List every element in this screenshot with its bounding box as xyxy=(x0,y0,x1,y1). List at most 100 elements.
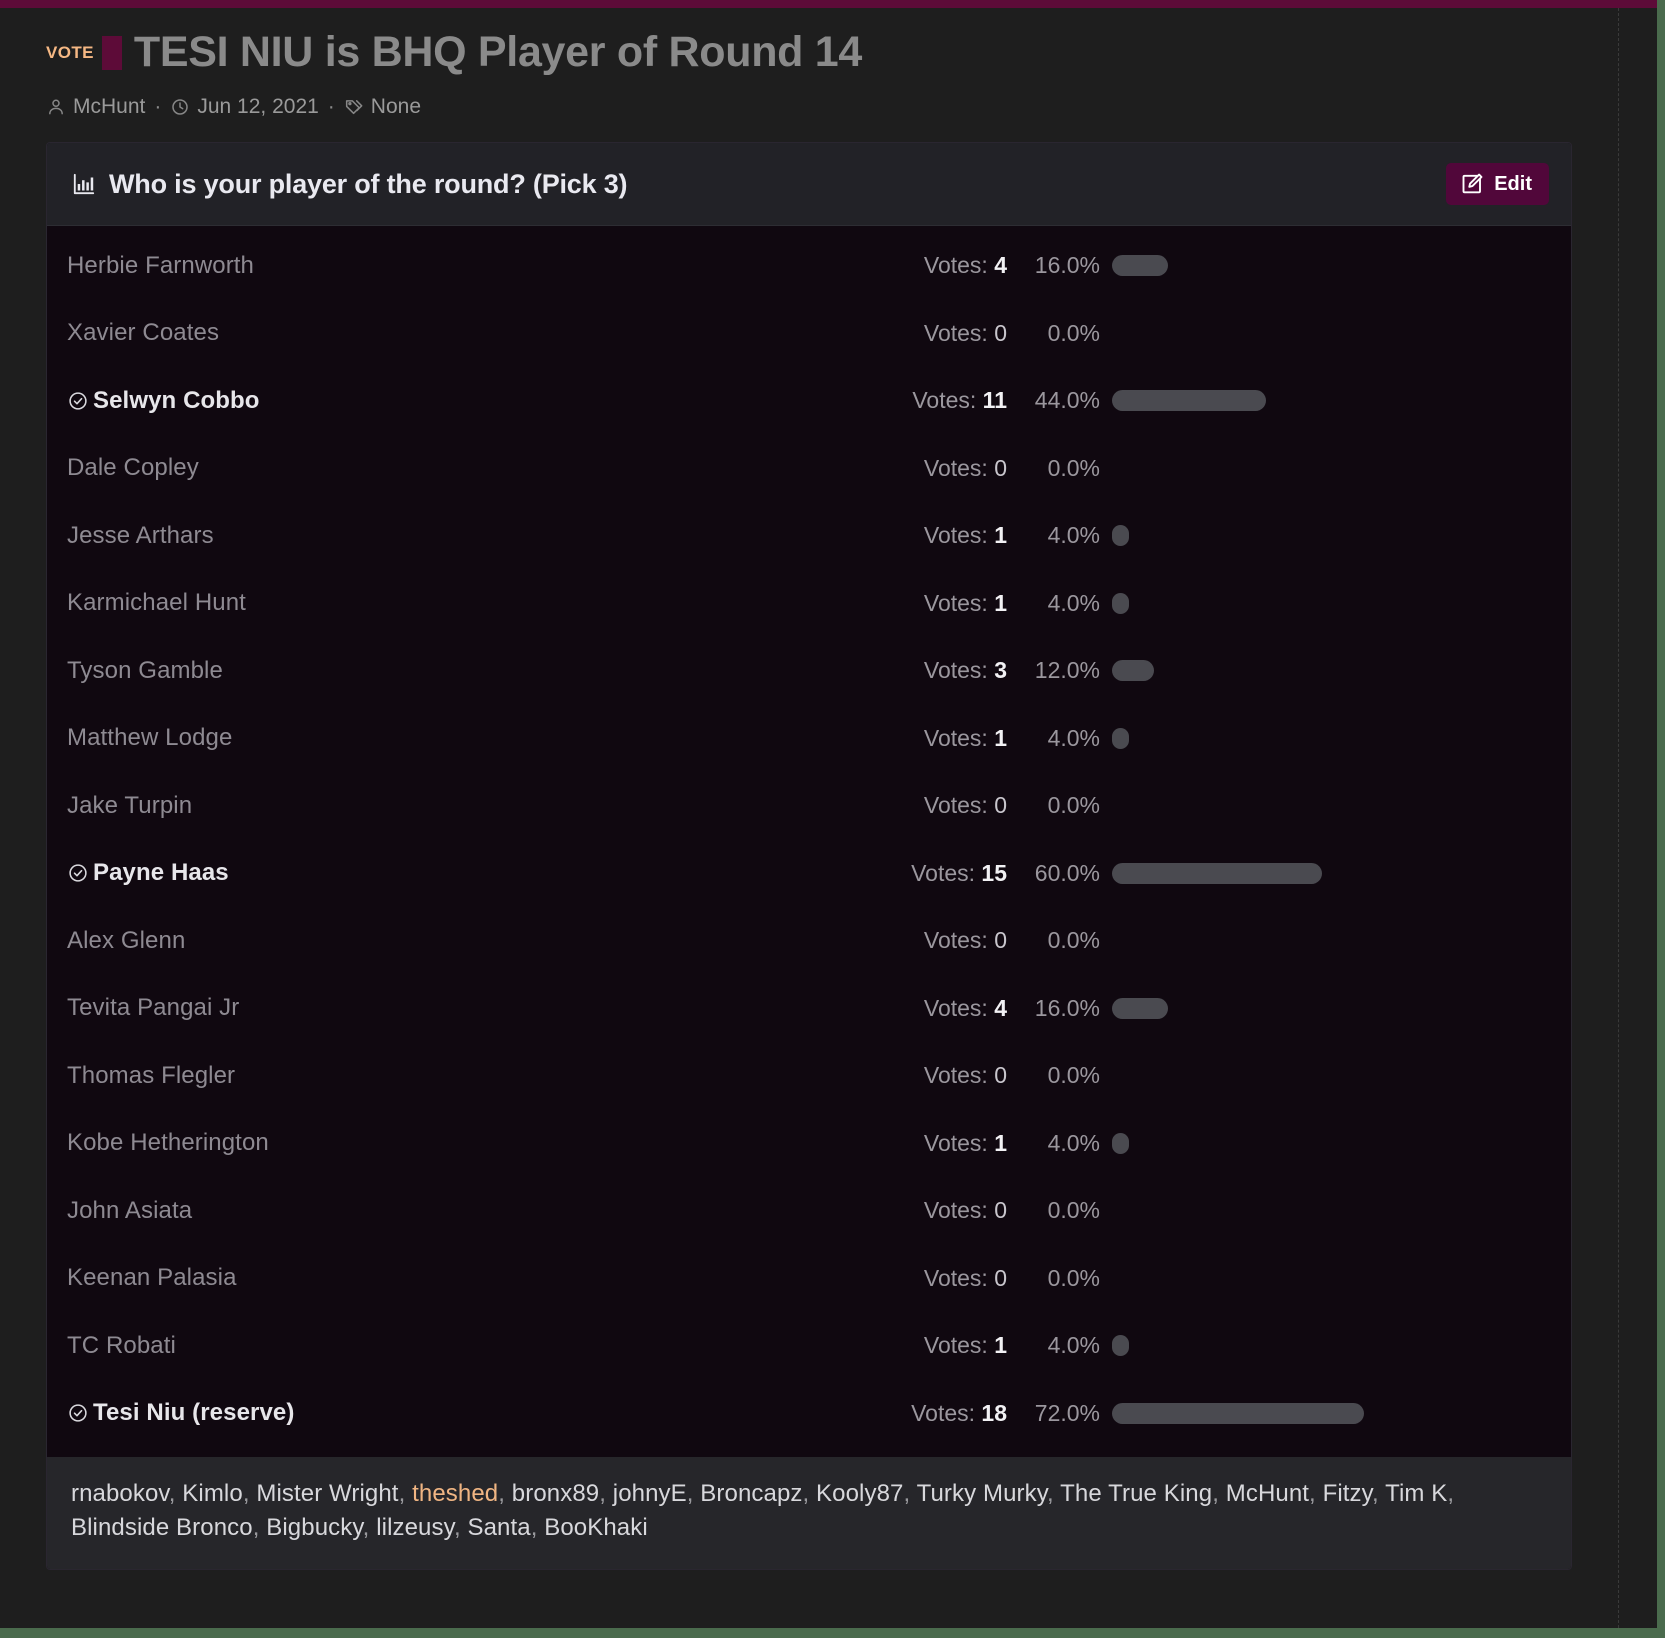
poll-option-name-cell: Alex Glenn xyxy=(67,927,897,955)
poll-option-bar-fill xyxy=(1112,525,1129,547)
voter-name[interactable]: Broncapz xyxy=(700,1480,802,1507)
poll-option-bar-fill xyxy=(1112,727,1129,749)
poll-option-row[interactable]: Tesi Niu (reserve) Votes: 18 72.0% xyxy=(47,1380,1571,1448)
poll-option-row[interactable]: Selwyn Cobbo Votes: 11 44.0% xyxy=(47,367,1571,435)
poll-option-percent: 4.0% xyxy=(1047,1129,1100,1156)
poll-option-votes: Votes: 0 xyxy=(897,792,1007,819)
voter-name[interactable]: McHunt xyxy=(1226,1480,1309,1507)
votes-label: Votes: xyxy=(923,522,988,549)
poll-option-row[interactable]: Karmichael Hunt Votes: 1 4.0% xyxy=(47,570,1571,638)
poll-option-label: Alex Glenn xyxy=(67,926,186,954)
voter-separator: , xyxy=(398,1480,413,1508)
forum-canvas: VOTE TESI NIU is BHQ Player of Round 14 … xyxy=(0,0,1657,1628)
poll-option-row[interactable]: Payne Haas Votes: 15 60.0% xyxy=(47,840,1571,908)
voter-name[interactable]: Blindside Bronco xyxy=(71,1514,253,1541)
voter-separator: , xyxy=(1371,1480,1386,1508)
voter-name[interactable]: Kooly87 xyxy=(816,1480,903,1507)
vote-badge-chip-icon xyxy=(101,35,122,70)
voter-name[interactable]: The True King xyxy=(1060,1480,1212,1507)
voter-name[interactable]: lilzeusy xyxy=(376,1514,454,1541)
title-row: VOTE TESI NIU is BHQ Player of Round 14 xyxy=(46,29,1572,75)
poll-option-votes: Votes: 0 xyxy=(897,455,1007,482)
clock-icon xyxy=(170,97,190,117)
votes-label: Votes: xyxy=(923,319,988,346)
poll-option-bar-track xyxy=(1112,660,1549,682)
meta-separator-2: · xyxy=(327,95,335,119)
poll-option-row[interactable]: Jake Turpin Votes: 0 0.0% xyxy=(47,772,1571,840)
poll-option-row[interactable]: Xavier Coates Votes: 0 0.0% xyxy=(47,300,1571,368)
poll-option-percent: 0.0% xyxy=(1047,792,1100,819)
voter-name[interactable]: Mister Wright xyxy=(256,1480,398,1507)
votes-label: Votes: xyxy=(912,387,977,414)
voter-name[interactable]: theshed xyxy=(412,1480,498,1507)
poll-option-label: Kobe Hetherington xyxy=(67,1129,269,1157)
poll-option-row[interactable]: Tevita Pangai Jr Votes: 4 16.0% xyxy=(47,975,1571,1043)
poll-option-percent: 0.0% xyxy=(1047,1264,1100,1291)
voter-name[interactable]: bronx89 xyxy=(512,1480,599,1507)
poll-option-bar-track xyxy=(1112,255,1549,277)
voter-name[interactable]: Tim K xyxy=(1385,1480,1447,1507)
poll-option-percent: 16.0% xyxy=(1034,994,1100,1021)
poll-option-percent: 12.0% xyxy=(1034,657,1100,684)
poll-option-row[interactable]: TC Robati Votes: 1 4.0% xyxy=(47,1312,1571,1380)
voter-separator: , xyxy=(252,1514,267,1542)
voter-name[interactable]: Fitzy xyxy=(1323,1480,1372,1507)
thread-header: VOTE TESI NIU is BHQ Player of Round 14 … xyxy=(0,8,1618,119)
voter-name[interactable]: Bigbucky xyxy=(266,1514,362,1541)
poll-option-label: Xavier Coates xyxy=(67,319,220,347)
votes-count: 18 xyxy=(975,1399,1007,1426)
content-column: VOTE TESI NIU is BHQ Player of Round 14 … xyxy=(0,8,1619,1628)
poll-option-votes: Votes: 11 xyxy=(897,387,1007,414)
poll-option-label: Tesi Niu (reserve) xyxy=(93,1399,295,1427)
poll-option-percent: 4.0% xyxy=(1047,589,1100,616)
page-root: VOTE TESI NIU is BHQ Player of Round 14 … xyxy=(0,0,1665,1638)
poll-option-percent: 16.0% xyxy=(1034,252,1100,279)
votes-count: 1 xyxy=(987,1129,1007,1156)
poll-option-row[interactable]: Alex Glenn Votes: 0 0.0% xyxy=(47,907,1571,975)
votes-count: 1 xyxy=(987,724,1007,751)
poll-option-row[interactable]: John Asiata Votes: 0 0.0% xyxy=(47,1177,1571,1245)
poll-option-row[interactable]: Dale Copley Votes: 0 0.0% xyxy=(47,435,1571,503)
poll-option-votes: Votes: 0 xyxy=(897,1197,1007,1224)
poll-option-bar-fill xyxy=(1112,1335,1129,1357)
poll-option-row[interactable]: Kobe Hetherington Votes: 1 4.0% xyxy=(47,1110,1571,1178)
poll-option-row[interactable]: Thomas Flegler Votes: 0 0.0% xyxy=(47,1042,1571,1110)
votes-count: 15 xyxy=(975,859,1007,886)
voter-name[interactable]: Kimlo xyxy=(182,1480,243,1507)
poll-option-percent: 4.0% xyxy=(1047,1332,1100,1359)
poll-option-row[interactable]: Tyson Gamble Votes: 3 12.0% xyxy=(47,637,1571,705)
poll-option-row[interactable]: Herbie Farnworth Votes: 4 16.0% xyxy=(47,232,1571,300)
poll-option-bar-fill xyxy=(1112,660,1154,682)
votes-label: Votes: xyxy=(923,454,988,481)
voter-name[interactable]: Turky Murky xyxy=(917,1480,1047,1507)
edit-icon xyxy=(1460,172,1484,196)
poll-option-row[interactable]: Matthew Lodge Votes: 1 4.0% xyxy=(47,705,1571,773)
edit-poll-button[interactable]: Edit xyxy=(1446,163,1549,206)
poll-option-votes: Votes: 1 xyxy=(897,725,1007,752)
author-meta[interactable]: McHunt xyxy=(46,95,145,119)
voter-separator: , xyxy=(168,1480,183,1508)
poll-option-row[interactable]: Jesse Arthars Votes: 1 4.0% xyxy=(47,502,1571,570)
poll-option-bar-fill xyxy=(1112,1132,1129,1154)
voter-separator: , xyxy=(1047,1480,1061,1508)
voter-name[interactable]: BooKhaki xyxy=(544,1514,648,1541)
votes-count: 1 xyxy=(987,1332,1007,1359)
voters-list: rnabokov, Kimlo, Mister Wright, theshed,… xyxy=(47,1457,1571,1570)
user-icon xyxy=(46,97,66,117)
voter-name[interactable]: rnabokov xyxy=(71,1480,169,1507)
edit-button-label: Edit xyxy=(1494,172,1532,195)
voter-name[interactable]: Santa xyxy=(467,1514,530,1541)
voter-name[interactable]: johnyE xyxy=(613,1480,687,1507)
poll-option-votes: Votes: 1 xyxy=(897,1130,1007,1157)
poll-option-bar-track xyxy=(1112,862,1549,884)
poll-option-row[interactable]: Keenan Palasia Votes: 0 0.0% xyxy=(47,1245,1571,1313)
top-accent-bar xyxy=(0,0,1657,8)
poll-card: Who is your player of the round? (Pick 3… xyxy=(46,142,1572,1571)
poll-option-bar-fill xyxy=(1112,390,1266,412)
poll-option-name-cell: Tevita Pangai Jr xyxy=(67,994,897,1022)
poll-option-votes: Votes: 4 xyxy=(897,995,1007,1022)
poll-option-label: Payne Haas xyxy=(93,859,229,887)
poll-option-name-cell: Tesi Niu (reserve) xyxy=(67,1399,897,1427)
poll-option-label: Tevita Pangai Jr xyxy=(67,994,240,1022)
poll-option-label: TC Robati xyxy=(67,1331,176,1359)
